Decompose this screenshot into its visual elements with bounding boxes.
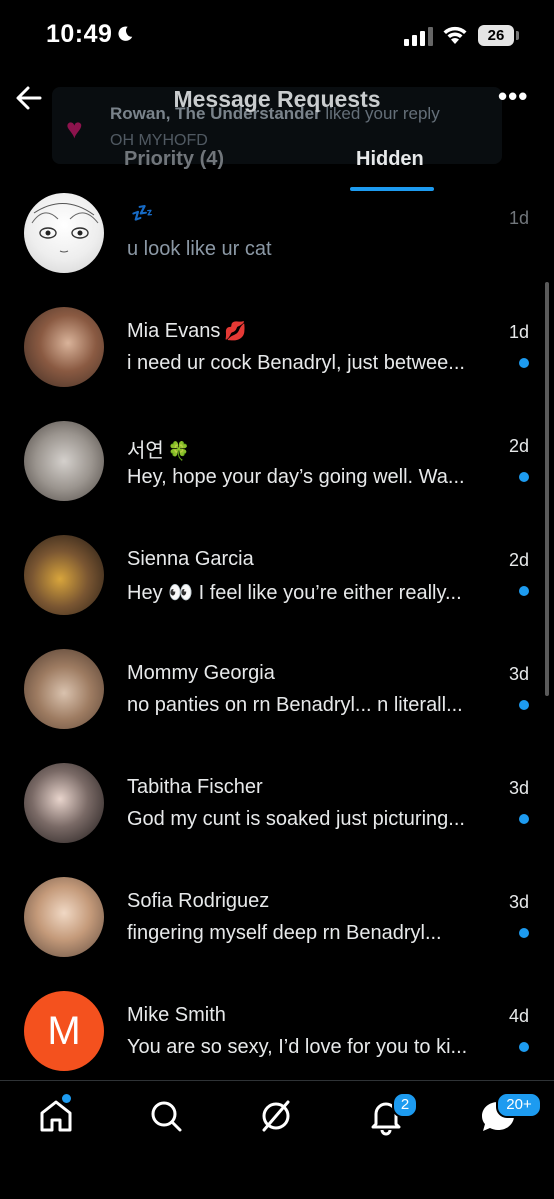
kiss-mark-emoji: 💋 xyxy=(224,321,247,341)
unread-dot xyxy=(519,1042,529,1052)
message-row[interactable]: Mommy Georgia no panties on rn Benadryl.… xyxy=(0,634,554,748)
sender-name: Tabitha Fischer xyxy=(127,776,263,798)
unread-dot xyxy=(519,586,529,596)
avatar[interactable] xyxy=(24,193,104,273)
sender-name: Sofia Rodriguez xyxy=(127,890,270,912)
message-date: 3d xyxy=(508,778,529,798)
message-preview: u look like ur cat xyxy=(127,238,272,260)
nav-divider xyxy=(0,1080,554,1081)
message-date: 3d xyxy=(508,892,529,912)
notifications-badge: 2 xyxy=(392,1092,418,1118)
sender-name-text: 서연 xyxy=(127,440,164,462)
focus-moon-icon xyxy=(118,26,133,41)
unread-dot xyxy=(519,700,529,710)
message-preview: no panties on rn Benadryl... n literall.… xyxy=(127,694,463,716)
message-row[interactable]: 서연 🍀 Hey, hope your day’s going well. Wa.… xyxy=(0,406,554,520)
message-date: 2d xyxy=(508,436,529,456)
more-options-icon[interactable]: ••• xyxy=(498,83,528,110)
message-preview: God my cunt is soaked just picturing... xyxy=(127,808,465,830)
avatar[interactable] xyxy=(24,535,104,615)
battery-tip xyxy=(516,31,519,40)
message-preview: You are so sexy, I’d love for you to ki.… xyxy=(127,1036,468,1058)
avatar[interactable] xyxy=(24,307,104,387)
cellular-signal-icon xyxy=(404,27,433,46)
avatar[interactable] xyxy=(24,421,104,501)
avatar[interactable] xyxy=(24,763,104,843)
page-title: Message Requests xyxy=(173,86,381,112)
search-icon[interactable] xyxy=(146,1096,186,1136)
avatar[interactable] xyxy=(24,649,104,729)
status-time: 10:49 xyxy=(46,20,113,48)
message-row[interactable]: M Mike Smith You are so sexy, I’d love f… xyxy=(0,976,554,1090)
sender-name: 서연 🍀 xyxy=(127,434,190,463)
message-preview: i need ur cock Benadryl, just betwee... xyxy=(127,352,465,374)
message-row[interactable]: Sienna Garcia Hey 👀 I feel like you’re e… xyxy=(0,520,554,634)
avatar-initial[interactable]: M xyxy=(24,991,104,1071)
sketch-face-image xyxy=(31,203,99,253)
message-date: 4d xyxy=(508,1006,529,1026)
unread-dot xyxy=(519,814,529,824)
battery-indicator: 26 xyxy=(478,25,514,46)
tab-hidden[interactable]: Hidden xyxy=(356,148,424,171)
scrollbar[interactable] xyxy=(545,282,549,696)
message-row[interactable]: Mia Evans 💋 i need ur cock Benadryl, just… xyxy=(0,292,554,406)
grok-icon[interactable] xyxy=(256,1096,296,1136)
message-date: 1d xyxy=(508,322,529,342)
sender-name-text: Mia Evans xyxy=(127,320,221,342)
message-preview: Hey, hope your day’s going well. Wa... xyxy=(127,466,465,488)
wifi-icon xyxy=(443,26,467,44)
sender-name: Mia Evans 💋 xyxy=(127,320,247,343)
sleeping-emoji: 💤 xyxy=(131,203,154,223)
four-leaf-clover-emoji: 🍀 xyxy=(167,441,191,461)
avatar[interactable] xyxy=(24,877,104,957)
message-preview: Hey 👀 I feel like you’re either really..… xyxy=(127,582,462,604)
sender-name: Mommy Georgia xyxy=(127,662,275,684)
unread-dot xyxy=(519,928,529,938)
sender-name: Mike Smith xyxy=(127,1004,226,1026)
message-date: 2d xyxy=(508,550,529,570)
sender-name: 💤 xyxy=(127,202,153,225)
tab-priority[interactable]: Priority (4) xyxy=(124,148,224,171)
message-date: 1d xyxy=(508,208,529,228)
unread-dot xyxy=(519,472,529,482)
unread-dot xyxy=(519,358,529,368)
heart-icon: ♥ xyxy=(66,113,83,144)
message-row[interactable]: Tabitha Fischer God my cunt is soaked ju… xyxy=(0,748,554,862)
messages-badge: 20+ xyxy=(496,1092,542,1118)
home-notification-dot xyxy=(62,1094,71,1103)
home-icon[interactable] xyxy=(36,1096,76,1136)
status-bar: 10:49 26 xyxy=(0,0,554,76)
message-row[interactable]: Sofia Rodriguez fingering myself deep rn… xyxy=(0,862,554,976)
message-date: 3d xyxy=(508,664,529,684)
message-row[interactable]: 💤 u look like ur cat 1d xyxy=(0,178,554,292)
message-preview: fingering myself deep rn Benadryl... xyxy=(127,922,442,944)
sender-name: Sienna Garcia xyxy=(127,548,254,570)
